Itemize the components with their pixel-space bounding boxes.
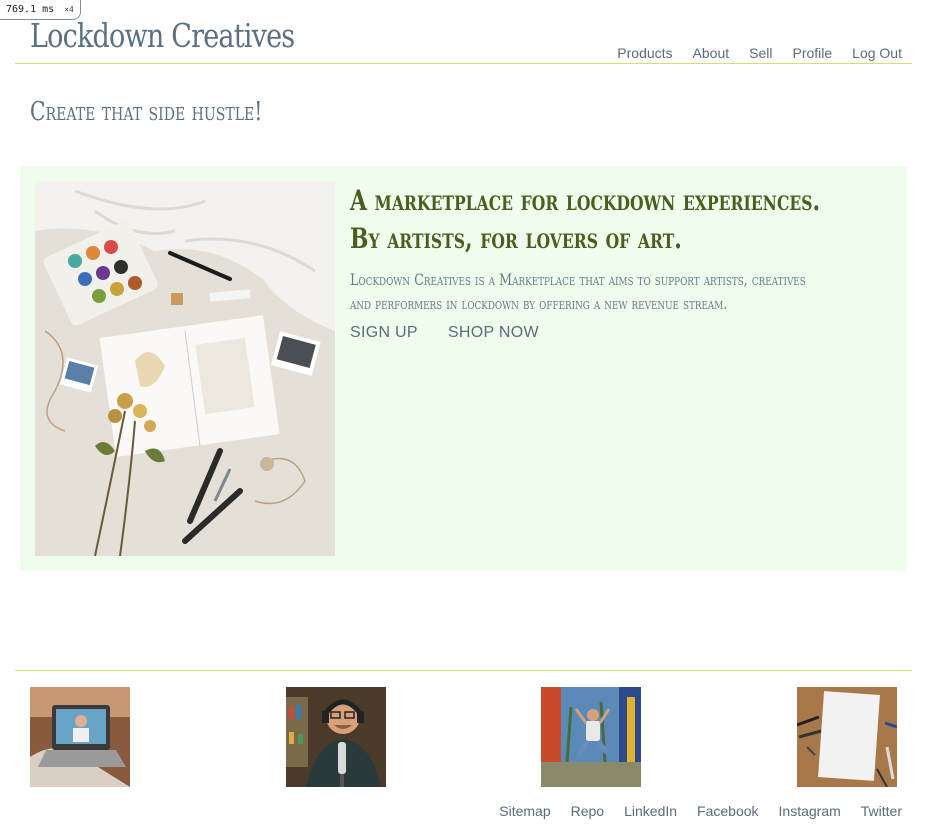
footer-image-laptop-call [30, 687, 130, 787]
footer-links: Sitemap Repo LinkedIn Facebook Instagram… [499, 803, 902, 819]
hero-text-block: A marketplace for lockdown experiences. … [350, 182, 890, 316]
footer-link-twitter[interactable]: Twitter [861, 803, 902, 819]
footer-link-sitemap[interactable]: Sitemap [499, 803, 550, 819]
perf-timing-multiplier: ×4 [64, 5, 74, 14]
footer-image-podcaster [286, 687, 386, 787]
hero-photo-illustration [35, 181, 335, 556]
perf-timing-unit: ms [42, 4, 55, 15]
nav-sell[interactable]: Sell [749, 45, 772, 61]
footer-link-instagram[interactable]: Instagram [779, 803, 841, 819]
nav-logout[interactable]: Log Out [852, 45, 902, 61]
signup-link[interactable]: SIGN UP [350, 324, 418, 342]
shop-now-link[interactable]: SHOP NOW [448, 324, 539, 342]
nav-profile[interactable]: Profile [792, 45, 832, 61]
page-tagline: Create that side hustle! [30, 97, 263, 127]
footer-image-jumping-person [541, 687, 641, 787]
hero-art-supplies-photo [35, 181, 335, 556]
hero-cta-group: SIGN UP SHOP NOW [350, 324, 539, 342]
hero-headline-line2: By artists, for lovers of art. [350, 222, 682, 255]
footer-link-repo[interactable]: Repo [571, 803, 604, 819]
hero-description: Lockdown Creatives is a Marketplace that… [350, 270, 806, 313]
footer-divider [15, 670, 912, 671]
footer-link-facebook[interactable]: Facebook [697, 803, 758, 819]
main-nav: Products About Sell Profile Log Out [617, 45, 902, 61]
header-divider [15, 63, 912, 64]
footer-image-blank-paper [797, 687, 897, 787]
perf-timing-value: 769.1 [6, 4, 37, 15]
hero-headline-line1: A marketplace for lockdown experiences. [350, 184, 821, 217]
site-logo[interactable]: Lockdown Creatives [30, 16, 295, 55]
footer-link-linkedin[interactable]: LinkedIn [624, 803, 677, 819]
nav-products[interactable]: Products [617, 45, 672, 61]
hero-section: A marketplace for lockdown experiences. … [20, 166, 907, 571]
nav-about[interactable]: About [693, 45, 730, 61]
